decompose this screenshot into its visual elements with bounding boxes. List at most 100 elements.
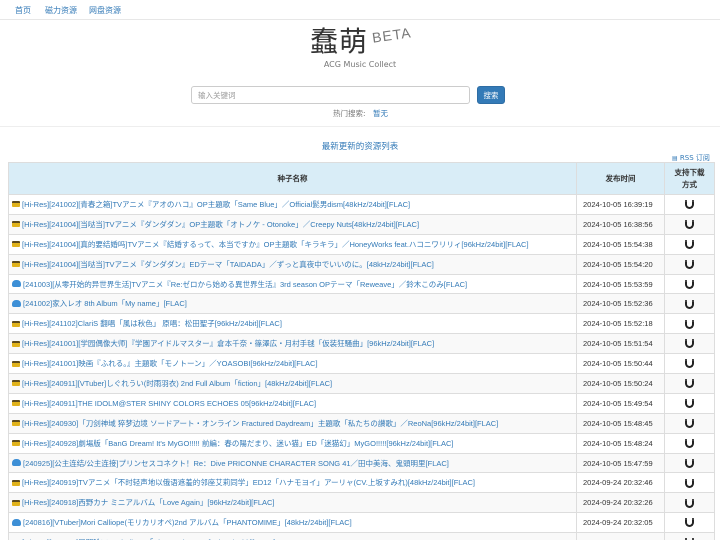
row-date: 2024-10-05 15:54:20: [576, 253, 665, 275]
magnet-icon[interactable]: [685, 458, 694, 468]
magnet-icon[interactable]: [685, 339, 694, 349]
table-row: [241003][从零开始的异世界生活]TVアニメ『Re:ゼロから始める異世界生…: [8, 273, 715, 295]
row-date: 2024-10-05 15:53:59: [576, 273, 665, 295]
row-download-cell: [664, 213, 715, 235]
row-name-cell[interactable]: [Hi-Res][241001][学园偶像大师]『学園アイドルマスター』倉本千奈…: [8, 333, 577, 355]
table-row: [Hi-Res][240918]西野カナ ミニアルバム「Love Again」[…: [8, 492, 715, 514]
row-name-cell[interactable]: [Hi-Res][240918]西野カナ ミニアルバム「Love Again」[…: [8, 492, 577, 514]
nav-netdisk-link[interactable]: 网盘资源: [89, 5, 121, 16]
section-title: 最新更新的资源列表: [321, 142, 399, 152]
resource-name-link[interactable]: [241003][从零开始的异世界生活]TVアニメ『Re:ゼロから始める異世界生…: [23, 280, 467, 289]
magnet-icon[interactable]: [685, 259, 694, 269]
row-name-cell[interactable]: [240925][公主连结/公主连接]プリンセスコネクト！Re：Dive PRI…: [8, 452, 577, 474]
row-name-cell[interactable]: [Hi-Res][240911]THE IDOLM@STER SHINY COL…: [8, 392, 577, 414]
resource-name-link[interactable]: [Hi-Res][240911]THE IDOLM@STER SHINY COL…: [22, 399, 316, 408]
header-download: 支持下载方式: [664, 162, 715, 195]
hires-icon: [12, 360, 20, 367]
hires-icon: [12, 420, 20, 427]
magnet-icon[interactable]: [685, 220, 694, 230]
magnet-icon[interactable]: [685, 239, 694, 249]
resource-name-link[interactable]: [241002]家入レオ 8th Album「My name」[FLAC]: [23, 299, 187, 308]
resource-name-link[interactable]: [240816][VTuber]Mori Calliope(モリカリオペ)2nd…: [23, 518, 352, 527]
row-download-cell: [664, 432, 715, 454]
row-date: 2024-10-05 16:39:19: [576, 194, 665, 215]
row-name-cell[interactable]: [Hi-Res][240930]「刀剑神域 猝梦边境 ソードアート・オンライン …: [8, 412, 577, 434]
magnet-icon[interactable]: [685, 359, 694, 369]
resource-name-link[interactable]: [Hi-Res][240919]TVアニメ「不时轻声地以俄语遮羞的邻座艾莉同学」…: [22, 478, 475, 487]
row-date: 2024-10-05 15:50:44: [576, 353, 665, 375]
row-name-cell[interactable]: [240816][VTuber]Mori Calliope(モリカリオペ)2nd…: [8, 512, 577, 534]
nav-magnet-link[interactable]: 磁力资源: [45, 5, 77, 16]
row-name-cell[interactable]: [241002]家入レオ 8th Album「My name」[FLAC]: [8, 293, 577, 315]
hires-icon: [12, 320, 20, 327]
table-row: [Hi-Res][240919]TVアニメ「不时轻声地以俄语遮羞的邻座艾莉同学」…: [8, 472, 715, 494]
resource-name-link[interactable]: [Hi-Res][241001][学园偶像大师]『学園アイドルマスター』倉本千奈…: [22, 339, 434, 348]
magnet-icon[interactable]: [685, 518, 694, 528]
search-input[interactable]: [191, 86, 470, 104]
site-subtitle: ACG Music Collect: [323, 60, 397, 69]
row-name-cell[interactable]: [Hi-Res][240928]劇場版「BanG Dream! It's MyG…: [8, 432, 577, 454]
row-name-cell[interactable]: [Hi-Res][241004][当哒当]TVアニメ『ダンダダン』EDテーマ「T…: [8, 253, 577, 275]
row-name-cell[interactable]: [Hi-Res][241001]映画『ふれる。』主題歌「モノトーン」／YOASO…: [8, 353, 577, 375]
table-row: [Hi-Res][241004][当哒当]TVアニメ『ダンダダン』EDテーマ「T…: [8, 253, 715, 275]
row-date: 2024-10-05 15:50:24: [576, 373, 665, 394]
magnet-icon[interactable]: [685, 279, 694, 289]
nav-home-link[interactable]: 首页: [15, 5, 31, 16]
row-name-cell[interactable]: [Hi-Res][241002][青春之箱]TVアニメ『アオのハコ』OP主題歌「…: [8, 194, 577, 215]
magnet-icon[interactable]: [685, 419, 694, 428]
row-download-cell: [664, 293, 715, 315]
row-download-cell: [664, 532, 715, 540]
cloud-icon: [12, 518, 21, 526]
hires-icon: [12, 440, 20, 447]
table-row: [Hi-Res][241002][青春之箱]TVアニメ『アオのハコ』OP主題歌「…: [8, 194, 715, 215]
row-date: 2024-10-05 15:51:54: [576, 333, 665, 355]
magnet-icon[interactable]: [685, 200, 694, 210]
row-date: 2024-09-24 20:32:46: [576, 472, 665, 494]
table-row: [Hi-Res][240911]THE IDOLM@STER SHINY COL…: [8, 392, 715, 414]
resource-name-link[interactable]: [Hi-Res][241004][当哒当]TVアニメ『ダンダダン』OP主題歌「オ…: [22, 220, 419, 229]
row-download-cell: [664, 512, 715, 534]
resource-name-link[interactable]: [Hi-Res][241102]ClariS 翻唱「風は秋色」 原唱：松田聖子[…: [22, 319, 282, 328]
row-date: 2024-10-05 15:54:38: [576, 233, 665, 255]
row-name-cell[interactable]: [Hi-Res][240809]風間玲マ 2nd Album「SignMyFlo…: [8, 532, 577, 540]
magnet-icon[interactable]: [685, 399, 694, 409]
table-row: [Hi-Res][240809]風間玲マ 2nd Album「SignMyFlo…: [8, 532, 715, 540]
row-download-cell: [664, 452, 715, 474]
magnet-icon[interactable]: [685, 478, 694, 488]
resource-name-link[interactable]: [Hi-Res][241001]映画『ふれる。』主題歌「モノトーン」／YOASO…: [22, 359, 318, 368]
rss-icon: ▤: [672, 155, 678, 162]
resource-name-link[interactable]: [Hi-Res][241004][真的要结婚吗]TVアニメ『結婚するって、本当で…: [22, 240, 529, 249]
search-button[interactable]: 搜索: [477, 86, 505, 104]
magnet-icon[interactable]: [685, 379, 694, 389]
row-download-cell: [664, 273, 715, 295]
header-name: 种子名称: [8, 162, 577, 195]
row-download-cell: [664, 333, 715, 355]
resource-name-link[interactable]: [Hi-Res][241002][青春之箱]TVアニメ『アオのハコ』OP主題歌「…: [22, 200, 410, 209]
row-name-cell[interactable]: [Hi-Res][241004][真的要结婚吗]TVアニメ『結婚するって、本当で…: [8, 233, 577, 255]
site-logo[interactable]: 蠢萌: [310, 20, 368, 60]
row-name-cell[interactable]: [Hi-Res][241102]ClariS 翻唱「風は秋色」 原唱：松田聖子[…: [8, 313, 577, 335]
resource-name-link[interactable]: [Hi-Res][240911][VTuber]しぐれうい(时雨羽衣) 2nd …: [22, 379, 332, 388]
row-name-cell[interactable]: [Hi-Res][240911][VTuber]しぐれうい(时雨羽衣) 2nd …: [8, 373, 577, 394]
table-row: [Hi-Res][240928]劇場版「BanG Dream! It's MyG…: [8, 432, 715, 454]
row-date: 2024-10-05 16:38:56: [576, 213, 665, 235]
row-name-cell[interactable]: [Hi-Res][240919]TVアニメ「不时轻声地以俄语遮羞的邻座艾莉同学」…: [8, 472, 577, 494]
row-name-cell[interactable]: [241003][从零开始的异世界生活]TVアニメ『Re:ゼロから始める異世界生…: [8, 273, 577, 295]
rss-label: RSS 订阅: [679, 154, 710, 162]
cloud-icon: [12, 299, 21, 307]
magnet-icon[interactable]: [685, 438, 694, 448]
magnet-icon[interactable]: [685, 498, 694, 508]
resource-name-link[interactable]: [240925][公主连结/公主连接]プリンセスコネクト！Re：Dive PRI…: [23, 459, 449, 468]
resource-name-link[interactable]: [Hi-Res][240930]「刀剑神域 猝梦边境 ソードアート・オンライン …: [22, 419, 498, 428]
row-download-cell: [664, 233, 715, 255]
row-date: 2024-10-05 15:48:24: [576, 432, 665, 454]
hot-search-label: 热门搜索:: [333, 109, 366, 118]
resource-name-link[interactable]: [Hi-Res][240918]西野カナ ミニアルバム「Love Again」[…: [22, 498, 275, 507]
magnet-icon[interactable]: [685, 319, 694, 329]
table-row: [Hi-Res][240911][VTuber]しぐれうい(时雨羽衣) 2nd …: [8, 373, 715, 394]
resource-name-link[interactable]: [Hi-Res][240928]劇場版「BanG Dream! It's MyG…: [22, 439, 453, 448]
resource-name-link[interactable]: [Hi-Res][241004][当哒当]TVアニメ『ダンダダン』EDテーマ「T…: [22, 260, 434, 269]
row-name-cell[interactable]: [Hi-Res][241004][当哒当]TVアニメ『ダンダダン』OP主題歌「オ…: [8, 213, 577, 235]
magnet-icon[interactable]: [685, 299, 694, 309]
top-nav: 首页 磁力资源 网盘资源: [0, 0, 720, 20]
